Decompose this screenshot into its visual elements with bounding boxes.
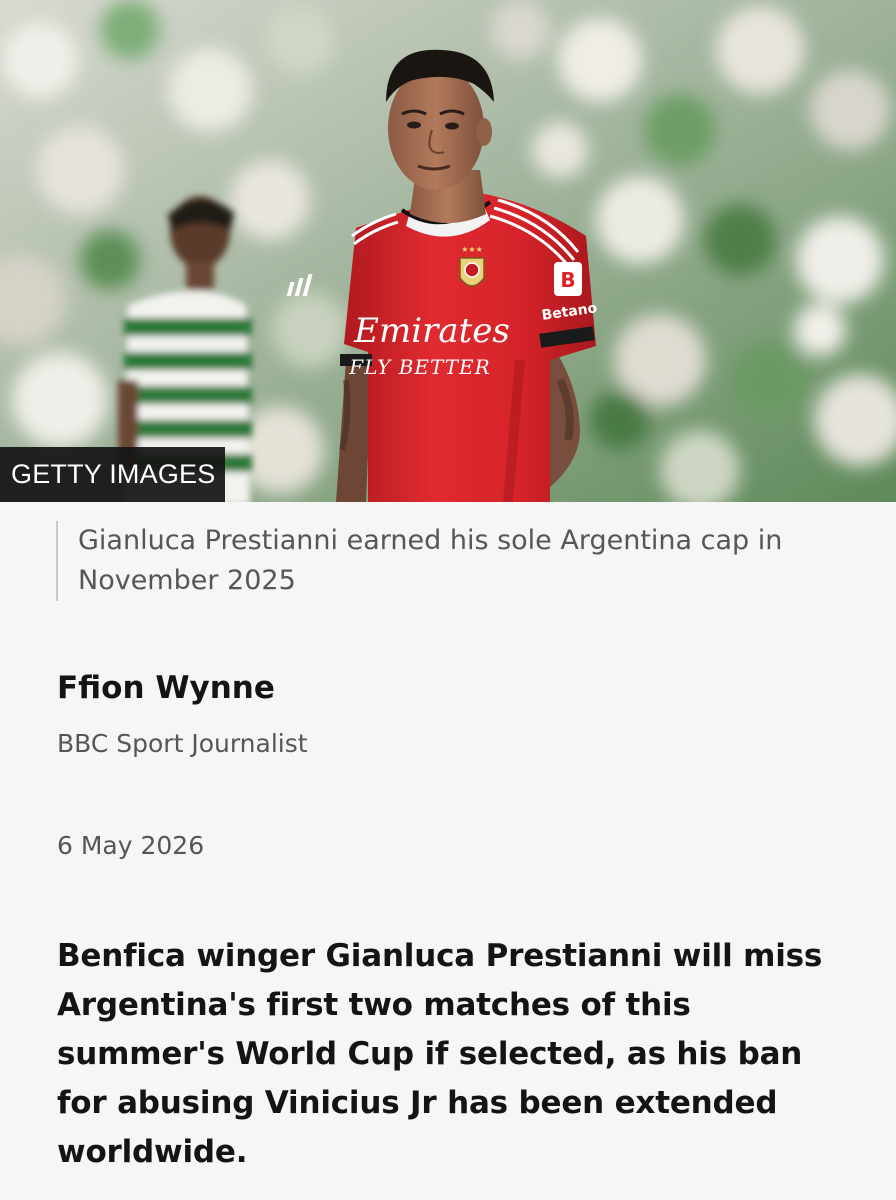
club-crest: ★★★ (459, 245, 485, 287)
svg-text:★★★: ★★★ (461, 245, 483, 254)
publish-date: 6 May 2026 (57, 831, 205, 860)
shirt-sponsor-text: Emirates (353, 311, 510, 351)
image-credit-label: GETTY IMAGES (0, 447, 226, 502)
hero-photo: ★★★ Emirates FLY BETTER B Betano (0, 0, 896, 502)
article-lead-paragraph: Benfica winger Gianluca Prestianni will … (57, 938, 823, 1170)
svg-text:B: B (560, 268, 575, 292)
hero-image: ★★★ Emirates FLY BETTER B Betano (0, 0, 896, 502)
shirt-sponsor-tagline: FLY BETTER (348, 355, 490, 379)
author-name[interactable]: Ffion Wynne (57, 666, 275, 710)
image-caption: Gianluca Prestianni earned his sole Arge… (56, 521, 868, 601)
author-role: BBC Sport Journalist (57, 729, 308, 758)
